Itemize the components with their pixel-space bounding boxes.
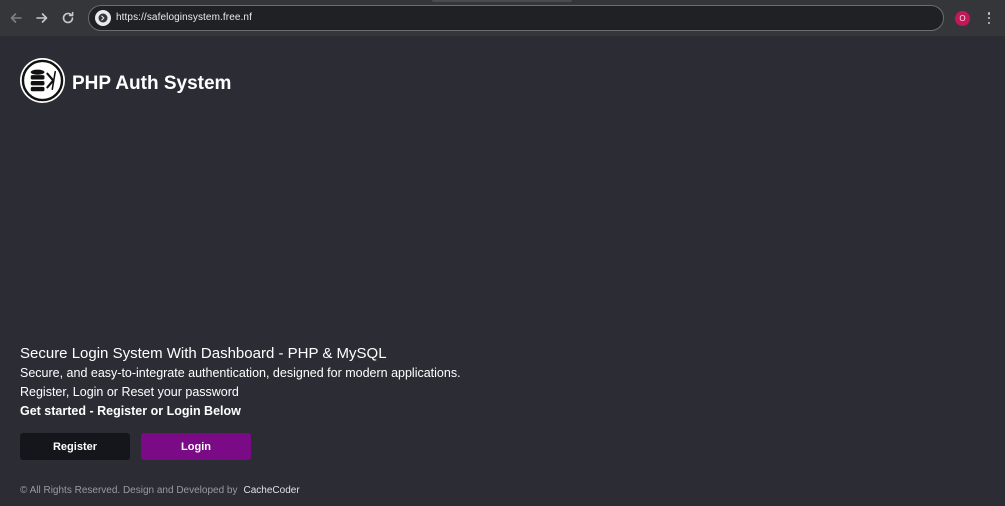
arrow-right-icon: [36, 13, 48, 23]
hero-cta-text: Get started - Register or Login Below: [20, 404, 241, 418]
hero-description: Secure, and easy-to-integrate authentica…: [20, 366, 461, 380]
brand-header: PHP Auth System: [20, 57, 231, 103]
register-button[interactable]: Register: [20, 433, 130, 460]
hero-heading: Secure Login System With Dashboard - PHP…: [20, 345, 387, 362]
database-code-icon: [20, 57, 65, 103]
brand-title[interactable]: PHP Auth System: [72, 73, 231, 95]
reload-icon: [62, 11, 74, 24]
site-info-icon[interactable]: [95, 10, 111, 26]
hero-subtext: Register, Login or Reset your password: [20, 385, 239, 399]
profile-avatar[interactable]: O: [955, 11, 970, 26]
browser-toolbar: https://safeloginsystem.free.nf O: [0, 0, 1005, 36]
back-button[interactable]: [6, 8, 26, 28]
url-text: https://safeloginsystem.free.nf: [116, 12, 252, 23]
address-bar[interactable]: https://safeloginsystem.free.nf: [88, 5, 944, 31]
hero-section: Secure Login System With Dashboard - PHP…: [20, 345, 461, 420]
footer-author-link[interactable]: CacheCoder: [244, 485, 300, 496]
footer-copyright: © All Rights Reserved. Design and Develo…: [20, 485, 238, 496]
login-button[interactable]: Login: [141, 433, 251, 460]
tab-notch: [432, 0, 572, 2]
kebab-menu-icon[interactable]: [983, 10, 995, 26]
action-buttons: Register Login: [20, 433, 251, 460]
forward-button[interactable]: [32, 8, 52, 28]
footer: © All Rights Reserved. Design and Develo…: [20, 485, 300, 496]
reload-button[interactable]: [58, 8, 78, 28]
arrow-left-icon: [10, 13, 22, 23]
